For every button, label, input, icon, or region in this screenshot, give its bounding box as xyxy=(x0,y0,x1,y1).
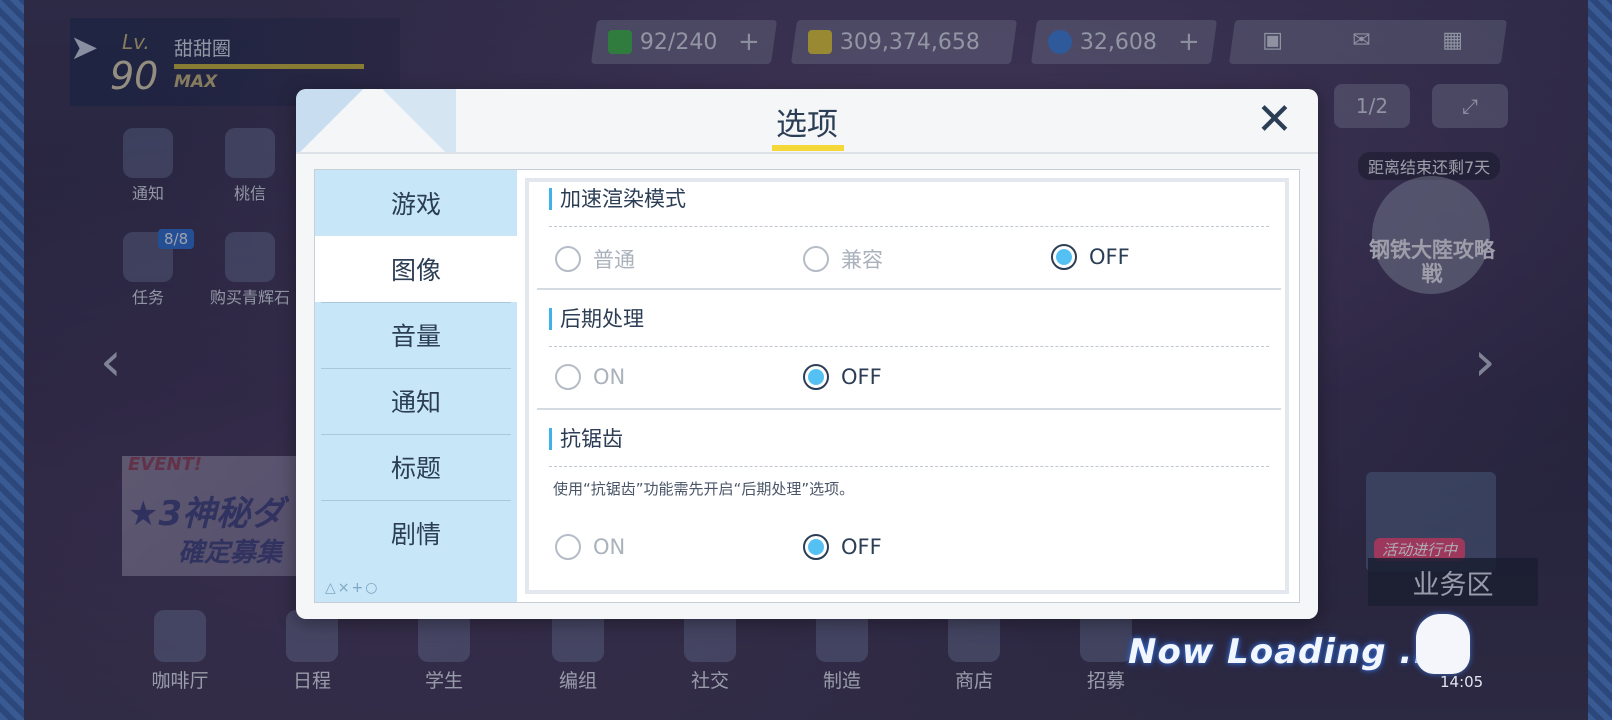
right-border-stripe xyxy=(1588,0,1612,720)
radio-button[interactable] xyxy=(803,364,829,390)
radio-button[interactable] xyxy=(803,246,829,272)
tab-notifications[interactable]: 通知 xyxy=(315,368,517,434)
post-option-on[interactable]: ON xyxy=(555,364,625,390)
option-label: ON xyxy=(593,365,626,389)
tab-story[interactable]: 剧情 xyxy=(315,500,517,566)
header-divider xyxy=(296,152,1318,154)
title-underline xyxy=(772,145,844,151)
option-label: ON xyxy=(593,535,626,559)
clock: 14:05 xyxy=(1440,673,1484,691)
tab-volume[interactable]: 音量 xyxy=(315,302,517,368)
dashed-divider xyxy=(549,466,1269,467)
radio-button[interactable] xyxy=(555,246,581,272)
close-icon[interactable]: ✕ xyxy=(1256,95,1293,145)
radio-button[interactable] xyxy=(555,364,581,390)
radio-button[interactable] xyxy=(803,534,829,560)
option-label: OFF xyxy=(841,535,882,559)
option-label: OFF xyxy=(1089,245,1130,269)
section-divider xyxy=(537,408,1281,410)
post-option-off[interactable]: OFF xyxy=(803,364,882,390)
accel-option-compat[interactable]: 兼容 xyxy=(803,244,883,274)
section-divider xyxy=(537,288,1281,290)
dashed-divider xyxy=(549,226,1269,227)
accel-option-off[interactable]: OFF xyxy=(1051,244,1130,270)
loading-text: Now Loading ... xyxy=(1128,632,1442,672)
option-label: OFF xyxy=(841,365,882,389)
graphics-settings: 加速渲染模式 普通 兼容 OFF 后期处理 ON OFF 抗锯齿 使用“抗锯齿”… xyxy=(525,178,1289,594)
option-label: 兼容 xyxy=(841,248,883,272)
radio-button[interactable] xyxy=(1051,244,1077,270)
section-title-antialias: 抗锯齿 xyxy=(549,428,623,450)
antialias-note: 使用“抗锯齿”功能需先开启“后期处理”选项。 xyxy=(553,480,855,498)
section-title-post: 后期处理 xyxy=(549,308,644,330)
option-label: 普通 xyxy=(593,248,635,272)
options-dialog: 选项 ✕ 游戏 图像 音量 通知 标题 剧情 △×+○ 加速渲染模式 普通 兼容… xyxy=(296,89,1318,619)
accel-option-normal[interactable]: 普通 xyxy=(555,244,635,274)
tab-graphics[interactable]: 图像 xyxy=(315,236,517,302)
dialog-title: 选项 xyxy=(776,107,838,143)
antialias-option-off[interactable]: OFF xyxy=(803,534,882,560)
tab-game[interactable]: 游戏 xyxy=(315,170,517,236)
options-panel: 游戏 图像 音量 通知 标题 剧情 △×+○ 加速渲染模式 普通 兼容 OFF … xyxy=(314,169,1300,603)
tab-decoration: △×+○ xyxy=(325,580,380,596)
radio-button[interactable] xyxy=(555,534,581,560)
options-tabs: 游戏 图像 音量 通知 标题 剧情 △×+○ xyxy=(315,170,517,602)
loading-mascot-icon xyxy=(1416,614,1470,674)
left-border-stripe xyxy=(0,0,24,720)
antialias-option-on[interactable]: ON xyxy=(555,534,625,560)
tab-title[interactable]: 标题 xyxy=(315,434,517,500)
dashed-divider xyxy=(549,346,1269,347)
section-title-accel: 加速渲染模式 xyxy=(549,188,686,210)
